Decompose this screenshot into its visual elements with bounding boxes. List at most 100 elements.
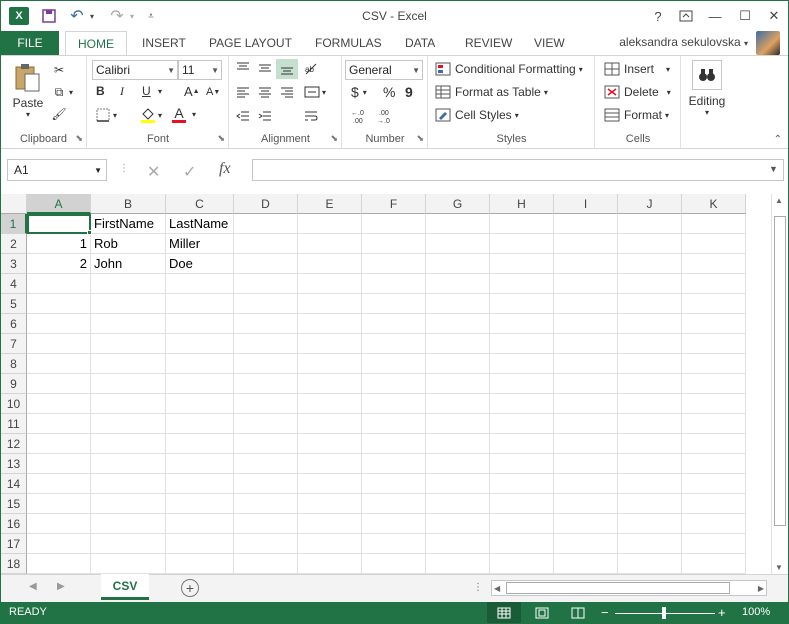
cell-h1[interactable] [490, 214, 554, 234]
clipboard-launcher-icon[interactable]: ⬊ [75, 133, 83, 144]
cell-d9[interactable] [234, 374, 298, 394]
vertical-scroll-thumb[interactable] [774, 216, 786, 526]
cell-f8[interactable] [362, 354, 426, 374]
cell-j7[interactable] [618, 334, 682, 354]
alignment-launcher-icon[interactable]: ⬊ [330, 133, 338, 144]
cell-a9[interactable] [27, 374, 91, 394]
column-header-d[interactable]: D [234, 194, 298, 214]
cell-h8[interactable] [490, 354, 554, 374]
cell-b5[interactable] [91, 294, 166, 314]
cell-k1[interactable] [682, 214, 746, 234]
cell-b9[interactable] [91, 374, 166, 394]
cell-h14[interactable] [490, 474, 554, 494]
cell-e15[interactable] [298, 494, 362, 514]
cell-g17[interactable] [426, 534, 490, 554]
cell-k18[interactable] [682, 554, 746, 574]
cell-h11[interactable] [490, 414, 554, 434]
cell-g1[interactable] [426, 214, 490, 234]
row-header-9[interactable]: 9 [1, 374, 27, 394]
name-box[interactable]: A1 ▼ [7, 159, 107, 181]
column-header-e[interactable]: E [298, 194, 362, 214]
column-header-c[interactable]: C [166, 194, 234, 214]
cell-i16[interactable] [554, 514, 618, 534]
cell-g4[interactable] [426, 274, 490, 294]
font-color-icon[interactable]: A [172, 106, 186, 123]
cell-g7[interactable] [426, 334, 490, 354]
cell-e4[interactable] [298, 274, 362, 294]
underline-button[interactable]: U [142, 84, 151, 98]
sheet-tab-csv[interactable]: CSV [101, 574, 149, 600]
cell-j8[interactable] [618, 354, 682, 374]
cell-h13[interactable] [490, 454, 554, 474]
zoom-level[interactable]: 100% [742, 606, 770, 618]
cell-k5[interactable] [682, 294, 746, 314]
cell-h5[interactable] [490, 294, 554, 314]
fill-handle[interactable] [87, 230, 92, 235]
tab-insert[interactable]: INSERT [142, 31, 186, 55]
next-sheet-icon[interactable]: ▶ [57, 581, 65, 592]
italic-button[interactable]: I [120, 84, 124, 99]
borders-icon[interactable]: ▾ [96, 108, 117, 122]
cell-i13[interactable] [554, 454, 618, 474]
tab-review[interactable]: REVIEW [465, 31, 512, 55]
cell-e11[interactable] [298, 414, 362, 434]
cell-h10[interactable] [490, 394, 554, 414]
cell-f4[interactable] [362, 274, 426, 294]
cell-a17[interactable] [27, 534, 91, 554]
cell-f10[interactable] [362, 394, 426, 414]
horizontal-scroll-thumb[interactable] [506, 582, 730, 594]
shrink-font-button[interactable]: A ▼ [206, 86, 220, 98]
cell-c3[interactable]: Doe [166, 254, 234, 274]
cell-k13[interactable] [682, 454, 746, 474]
row-header-14[interactable]: 14 [1, 474, 27, 494]
new-sheet-button[interactable]: + [181, 579, 199, 597]
cell-i14[interactable] [554, 474, 618, 494]
cell-f3[interactable] [362, 254, 426, 274]
cell-a16[interactable] [27, 514, 91, 534]
cell-g10[interactable] [426, 394, 490, 414]
cell-b6[interactable] [91, 314, 166, 334]
scroll-up-icon[interactable]: ▲ [775, 196, 783, 205]
collapse-ribbon-icon[interactable]: ⌃ [774, 134, 782, 145]
cell-h2[interactable] [490, 234, 554, 254]
cell-d1[interactable] [234, 214, 298, 234]
row-header-12[interactable]: 12 [1, 434, 27, 454]
cell-g9[interactable] [426, 374, 490, 394]
cell-d4[interactable] [234, 274, 298, 294]
user-name[interactable]: aleksandra sekulovska ▾ [619, 35, 748, 49]
font-size-select[interactable]: 11 ▼ [178, 60, 222, 80]
cell-i6[interactable] [554, 314, 618, 334]
orientation-icon[interactable]: ab [304, 62, 320, 76]
paste-button[interactable]: Paste ▾ [11, 62, 45, 119]
column-header-g[interactable]: G [426, 194, 490, 214]
cell-f12[interactable] [362, 434, 426, 454]
cell-j11[interactable] [618, 414, 682, 434]
cell-f16[interactable] [362, 514, 426, 534]
row-header-11[interactable]: 11 [1, 414, 27, 434]
select-all-corner[interactable] [1, 194, 27, 214]
tab-formulas[interactable]: FORMULAS [315, 31, 382, 55]
cell-i9[interactable] [554, 374, 618, 394]
cell-b2[interactable]: Rob [91, 234, 166, 254]
cell-i1[interactable] [554, 214, 618, 234]
zoom-out-button[interactable]: − [601, 605, 609, 620]
delete-cells-button[interactable]: Delete ▾ [604, 85, 671, 99]
cell-g5[interactable] [426, 294, 490, 314]
cell-c5[interactable] [166, 294, 234, 314]
tab-view[interactable]: VIEW [534, 31, 565, 55]
cell-a1[interactable] [27, 214, 91, 234]
column-header-a[interactable]: A [27, 194, 91, 214]
minimize-button[interactable]: — [704, 5, 726, 27]
cell-h3[interactable] [490, 254, 554, 274]
cell-c13[interactable] [166, 454, 234, 474]
ribbon-display-options-icon[interactable] [675, 5, 697, 27]
cell-i12[interactable] [554, 434, 618, 454]
cell-b13[interactable] [91, 454, 166, 474]
cell-d2[interactable] [234, 234, 298, 254]
cell-k7[interactable] [682, 334, 746, 354]
cell-k17[interactable] [682, 534, 746, 554]
underline-dropdown-icon[interactable]: ▾ [158, 87, 162, 96]
cell-a2[interactable]: 1 [27, 234, 91, 254]
row-header-5[interactable]: 5 [1, 294, 27, 314]
cell-i8[interactable] [554, 354, 618, 374]
